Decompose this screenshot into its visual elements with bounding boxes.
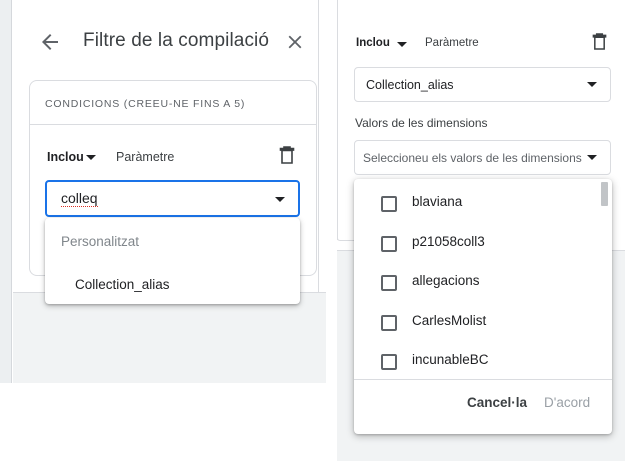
dimension-values-label: Valors de les dimensions bbox=[355, 116, 488, 130]
search-input-value[interactable]: colleq bbox=[61, 191, 98, 207]
list-item[interactable]: p21058coll3 bbox=[354, 223, 612, 263]
list-item[interactable]: blaviana bbox=[354, 183, 612, 223]
parameter-search-input[interactable]: colleq bbox=[45, 180, 300, 217]
value-label: allegacions bbox=[412, 273, 480, 288]
values-placeholder: Seleccioneu els valors de les dimensions bbox=[363, 151, 582, 165]
scrollbar-thumb[interactable] bbox=[601, 182, 608, 206]
include-dropdown[interactable]: Inclou bbox=[47, 150, 84, 164]
selected-dimension: Collection_alias bbox=[366, 78, 454, 92]
value-label: p21058coll3 bbox=[412, 233, 485, 249]
checkbox[interactable] bbox=[381, 314, 397, 331]
arrow-back-icon[interactable] bbox=[38, 30, 62, 54]
list-item[interactable]: CarlesMolist bbox=[354, 302, 612, 342]
value-label: CarlesMolist bbox=[412, 312, 487, 328]
checkbox[interactable] bbox=[381, 354, 397, 370]
left-gutter bbox=[0, 0, 12, 383]
cancel-button[interactable]: Cancel·la bbox=[467, 395, 527, 419]
panel-title: Filtre de la compilació bbox=[83, 30, 270, 51]
value-label: blaviana bbox=[412, 194, 463, 209]
checkbox[interactable] bbox=[381, 196, 397, 212]
trash-icon[interactable] bbox=[592, 33, 607, 50]
conditions-heading: CONDICIONS (CREEU-NE FINS A 5) bbox=[45, 98, 246, 110]
dimension-values-menu: blaviana p21058coll3 allegacions CarlesM… bbox=[354, 179, 612, 434]
dimension-values-select[interactable]: Seleccioneu els valors de les dimensions bbox=[354, 140, 611, 175]
caret-down-icon[interactable] bbox=[86, 155, 96, 160]
checkbox[interactable] bbox=[381, 235, 397, 252]
card-divider bbox=[30, 124, 316, 125]
trash-icon[interactable] bbox=[279, 146, 295, 164]
suggestion-group-label: Personalitzat bbox=[61, 234, 140, 249]
left-panel-footer-area bbox=[13, 293, 326, 383]
value-label: incunableBC bbox=[412, 352, 489, 367]
left-panel-edge bbox=[318, 0, 319, 292]
suggestions-menu: Personalitzat Collection_alias bbox=[45, 218, 300, 304]
caret-down-icon[interactable] bbox=[587, 155, 597, 160]
list-item[interactable]: allegacions bbox=[354, 262, 612, 302]
close-icon[interactable] bbox=[284, 31, 306, 53]
parameter-label: Paràmetre bbox=[425, 37, 479, 49]
caret-down-icon[interactable] bbox=[397, 42, 407, 47]
caret-down-icon[interactable] bbox=[275, 197, 285, 202]
caret-down-icon[interactable] bbox=[587, 82, 597, 87]
dimension-select[interactable]: Collection_alias bbox=[354, 67, 611, 102]
suggestion-item[interactable]: Collection_alias bbox=[45, 270, 300, 300]
right-card-corner bbox=[337, 238, 355, 241]
list-item[interactable]: incunableBC bbox=[354, 341, 612, 381]
ok-button[interactable]: D'acord bbox=[544, 395, 590, 419]
values-list: blaviana p21058coll3 allegacions CarlesM… bbox=[354, 183, 612, 381]
include-dropdown[interactable]: Inclou bbox=[356, 37, 390, 49]
parameter-label: Paràmetre bbox=[116, 150, 175, 164]
right-card-edge bbox=[337, 0, 338, 240]
menu-divider bbox=[354, 379, 612, 380]
checkbox[interactable] bbox=[381, 275, 397, 291]
